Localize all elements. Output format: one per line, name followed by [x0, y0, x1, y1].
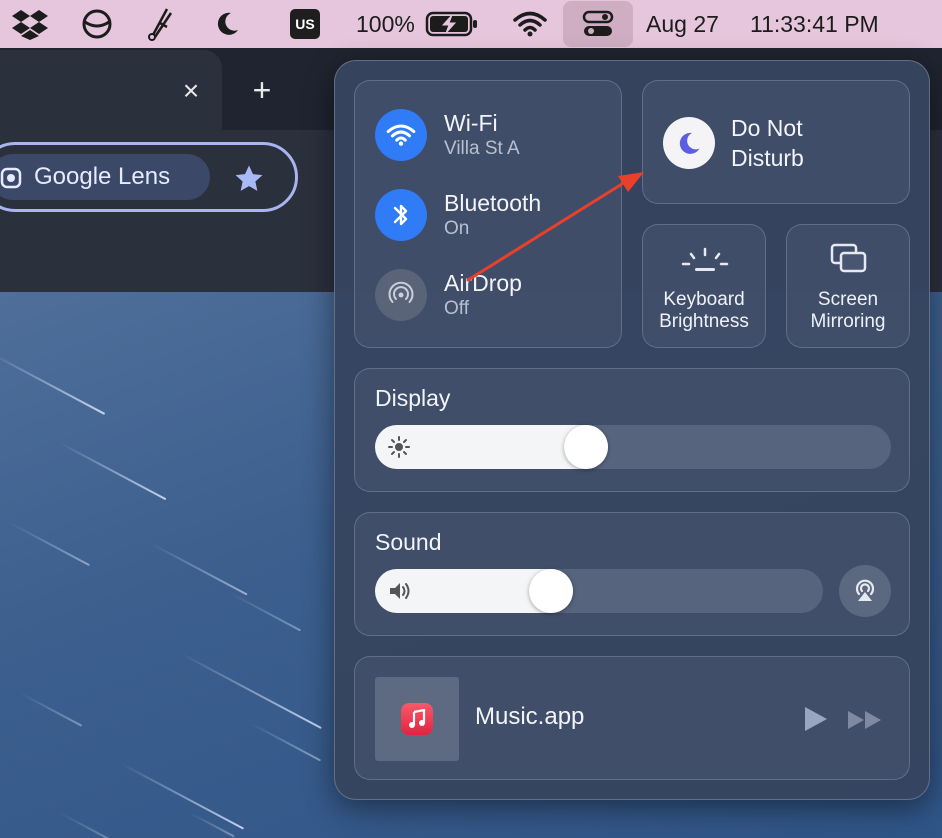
screen-mirroring-button[interactable]: Screen Mirroring: [786, 224, 910, 348]
wifi-toggle-icon[interactable]: [375, 109, 427, 161]
wifi-network-name: Villa St A: [444, 137, 520, 159]
music-app-icon: [401, 703, 433, 735]
sound-card: Sound: [354, 512, 910, 636]
wifi-icon[interactable]: [510, 0, 550, 48]
menubar-time[interactable]: 11:33:41 PM: [750, 0, 879, 48]
connectivity-card: Wi-Fi Villa St A Bluetooth On AirDrop Of…: [354, 80, 622, 348]
keyboard-brightness-icon: [681, 247, 729, 278]
now-playing-title: Music.app: [475, 703, 585, 730]
bookmark-star-icon[interactable]: [232, 162, 266, 196]
new-tab-button[interactable]: +: [246, 72, 278, 108]
scissors-icon[interactable]: [142, 0, 178, 48]
airplay-audio-icon: [850, 574, 880, 609]
battery-charging-icon[interactable]: [424, 0, 480, 48]
bluetooth-row[interactable]: Bluetooth On: [375, 189, 541, 241]
bluetooth-status: On: [444, 217, 470, 239]
do-not-disturb-label: Do Not Disturb: [731, 115, 804, 171]
menubar-date[interactable]: Aug 27: [646, 0, 719, 48]
tab-close-button[interactable]: ×: [176, 75, 206, 106]
bluetooth-toggle-icon[interactable]: [375, 189, 427, 241]
lens-icon: [0, 167, 22, 189]
airplay-audio-button[interactable]: [839, 565, 891, 617]
do-not-disturb-icon[interactable]: [663, 117, 715, 169]
battery-percent: 100%: [356, 10, 415, 37]
display-card: Display: [354, 368, 910, 492]
screen-mirroring-label: Screen Mirroring: [810, 289, 886, 332]
google-lens-label: Google Lens: [34, 163, 171, 190]
play-button[interactable]: [801, 705, 829, 738]
now-playing-card: Music.app: [354, 656, 910, 780]
keyboard-layout-badge[interactable]: US: [288, 0, 322, 48]
wifi-title: Wi-Fi: [444, 109, 498, 136]
moon-icon[interactable]: [210, 0, 244, 48]
fast-forward-button[interactable]: [847, 709, 883, 736]
screen-mirroring-icon: [830, 243, 868, 280]
dropbox-icon[interactable]: [10, 0, 50, 48]
sun-icon: [387, 435, 411, 459]
control-center-icon[interactable]: [562, 0, 634, 48]
sound-slider-knob[interactable]: [529, 569, 573, 613]
keyboard-brightness-button[interactable]: Keyboard Brightness: [642, 224, 766, 348]
bluetooth-title: Bluetooth: [444, 189, 542, 216]
display-title: Display: [375, 385, 451, 411]
do-not-disturb-card[interactable]: Do Not Disturb: [642, 80, 910, 204]
airdrop-title: AirDrop: [444, 269, 522, 296]
google-lens-button[interactable]: Google Lens: [0, 154, 210, 200]
display-brightness-slider[interactable]: [375, 425, 891, 469]
circle-slash-icon[interactable]: [78, 0, 116, 48]
keyboard-brightness-label: Keyboard Brightness: [659, 289, 749, 332]
wifi-row[interactable]: Wi-Fi Villa St A: [375, 109, 520, 161]
control-center-panel: Wi-Fi Villa St A Bluetooth On AirDrop Of…: [334, 60, 930, 800]
sound-title: Sound: [375, 529, 442, 555]
airdrop-status: Off: [444, 297, 469, 319]
airdrop-row[interactable]: AirDrop Off: [375, 269, 522, 321]
speaker-icon: [387, 579, 411, 603]
airdrop-toggle-icon[interactable]: [375, 269, 427, 321]
album-art[interactable]: [375, 677, 459, 761]
display-slider-knob[interactable]: [564, 425, 608, 469]
menu-bar: US 100% Aug 27 11:33:41 PM: [0, 0, 942, 48]
sound-volume-slider[interactable]: [375, 569, 823, 613]
